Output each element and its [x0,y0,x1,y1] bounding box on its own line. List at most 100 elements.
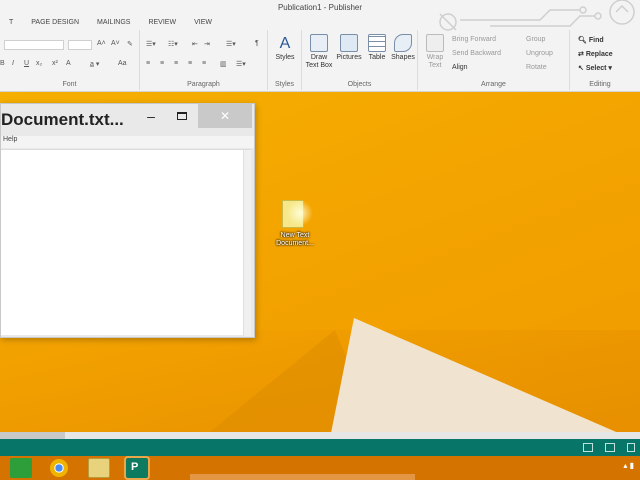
desktop-text-file[interactable]: New Text Document... [265,198,325,254]
subscript-icon[interactable]: x₂ [36,60,42,67]
clear-format-icon[interactable]: ✎ [127,40,133,48]
text-box-icon [310,34,328,52]
tab-review[interactable]: REVIEW [139,16,185,30]
numbering-icon[interactable]: ☷▾ [168,40,178,48]
two-page-view-icon[interactable] [605,443,615,452]
styles-button-label: Styles [275,54,295,61]
wrap-text-label: Wrap Text [426,54,444,69]
arrange-group-label: Arrange [481,81,506,88]
find-label: Find [588,37,604,44]
arrange-group: Wrap Text Bring Forward Send Backward Al… [418,30,570,90]
active-window-indicator [190,474,415,480]
shrink-font-icon[interactable]: A˅ [111,40,120,47]
notepad-text-area[interactable] [1,149,251,336]
font-group-label: Font [62,81,77,88]
rotate-button[interactable]: Rotate [526,64,547,71]
minimize-button[interactable]: – [141,108,161,126]
line-spacing-icon[interactable]: ☰▾ [226,40,236,48]
system-tray[interactable]: ▴ ▮ [623,461,634,470]
align-right-icon[interactable]: ≡ [174,60,178,67]
pilcrow-icon[interactable]: ¶ [255,40,259,47]
styles-button[interactable]: A Styles [270,34,300,61]
bold-icon[interactable]: B [0,60,5,67]
change-case-icon[interactable]: Aa [118,60,127,67]
objects-group-label: Objects [347,81,372,88]
table-icon [368,34,386,52]
ribbon-decoration [439,0,635,31]
paragraph-group-label: Paragraph [187,81,220,88]
pictures-button[interactable]: Pictures [334,34,364,61]
shapes-button[interactable]: Shapes [388,34,418,61]
select-label: Select [585,65,607,72]
superscript-icon[interactable]: x² [52,60,58,67]
font-size-box[interactable] [68,40,92,50]
send-backward-button[interactable]: Send Backward [452,50,501,57]
draw-text-box-label: Draw Text Box [305,54,333,69]
styles-group: A Styles Styles [268,30,302,90]
zoom-icon[interactable] [627,443,635,452]
single-page-view-icon[interactable] [583,443,593,452]
scrollbar-thumb[interactable] [0,432,65,439]
columns-icon[interactable]: ▥ [220,60,227,68]
draw-text-box-button[interactable]: Draw Text Box [304,34,334,70]
replace-icon: ⇄ [578,51,584,58]
vertical-scrollbar[interactable] [243,150,251,336]
publisher-ribbon: Publication1 - Publisher T PAGE DESIGN M… [0,0,640,92]
tab-format[interactable]: T [0,16,22,30]
notepad-window[interactable]: Document.txt... – ✕ Help [0,103,255,338]
decrease-indent-icon[interactable]: ⇤ [192,40,198,48]
ribbon-tabs: T PAGE DESIGN MAILINGS REVIEW VIEW [0,16,221,30]
chrome-icon[interactable] [50,459,68,477]
bullets-icon[interactable]: ☰▾ [146,40,156,48]
pictures-label: Pictures [336,54,362,61]
maximize-button[interactable] [171,108,193,126]
justify-icon[interactable]: ≡ [188,60,192,67]
font-color-icon[interactable]: A [66,60,71,67]
wrap-text-icon [426,34,444,52]
styles-icon: A [279,35,291,52]
editing-group: 🔍︎ Find ⇄ Replace ↖ Select ▾ Editing [570,30,630,90]
font-name-box[interactable] [4,40,64,50]
underline-icon[interactable]: U [24,60,29,67]
align-button[interactable]: Align [452,64,468,71]
wrap-text-button[interactable]: Wrap Text [420,34,450,70]
file-explorer-icon[interactable] [88,458,110,478]
publisher-icon-label: P [131,461,139,473]
group-button[interactable]: Group [526,36,545,43]
tab-page-design[interactable]: PAGE DESIGN [22,16,88,30]
notepad-title: Document.txt... [1,110,124,129]
objects-group: Draw Text Box Pictures Table Shapes Obje… [302,30,418,90]
font-group: A˄ A˅ ✎ B I U x₂ x² A a̲ ▾ Aa Font [0,30,140,90]
tab-mailings[interactable]: MAILINGS [88,16,139,30]
desktop-file-label: New Text Document... [276,232,314,247]
shapes-icon [394,34,412,52]
horizontal-scrollbar[interactable] [0,432,640,439]
find-button[interactable]: 🔍︎ Find [578,36,604,44]
title-bar: Publication1 - Publisher [0,0,640,31]
align-center-icon[interactable]: ≡ [160,60,164,67]
ungroup-button[interactable]: Ungroup [526,50,553,57]
shapes-label: Shapes [391,54,415,61]
notepad-menu-help[interactable]: Help [1,136,254,148]
increase-indent-icon[interactable]: ⇥ [204,40,210,48]
distribute-icon[interactable]: ≡ [202,60,206,67]
editing-group-label: Editing [589,81,611,88]
select-icon: ↖ [578,65,584,72]
ribbon-body: A˄ A˅ ✎ B I U x₂ x² A a̲ ▾ Aa Font ☰▾ ☷▾… [0,30,640,92]
styles-group-label: Styles [274,81,295,88]
replace-button[interactable]: ⇄ Replace [578,50,613,58]
close-button[interactable]: ✕ [198,104,252,128]
para-spacing-icon[interactable]: ☰▾ [236,60,246,68]
italic-icon[interactable]: I [12,60,14,67]
align-left-icon[interactable]: ≡ [146,60,150,67]
tab-view[interactable]: VIEW [185,16,221,30]
store-icon[interactable] [10,458,32,478]
pictures-icon [340,34,358,52]
grow-font-icon[interactable]: A˄ [97,40,106,47]
publisher-status-bar [0,432,640,456]
text-effect-icon[interactable]: a̲ ▾ [90,60,99,68]
bring-forward-button[interactable]: Bring Forward [452,36,496,43]
paragraph-group: ☰▾ ☷▾ ⇤ ⇥ ☰▾ ¶ ≡ ≡ ≡ ≡ ≡ ▥ ☰▾ Paragraph [140,30,268,90]
select-button[interactable]: ↖ Select ▾ [578,64,612,72]
publisher-icon[interactable]: P [124,456,150,480]
